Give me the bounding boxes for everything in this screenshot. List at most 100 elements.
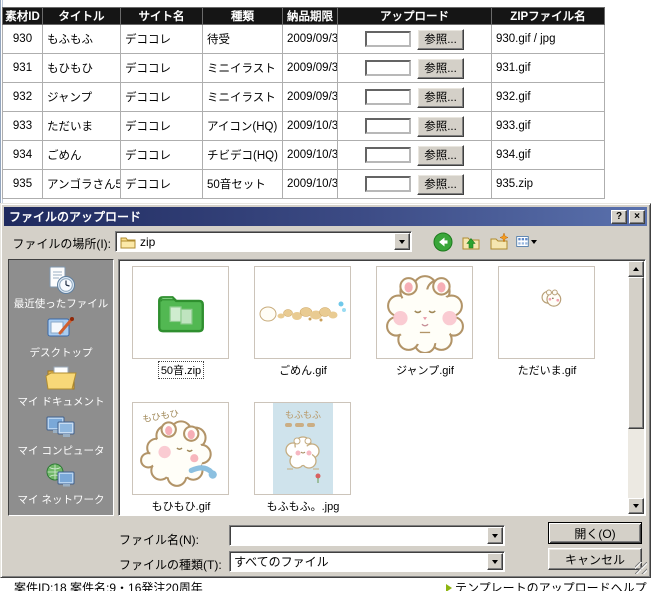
place-desktop[interactable]: デスクトップ [9, 314, 113, 363]
place-my-documents[interactable]: マイ ドキュメント [9, 363, 113, 412]
mohimohi-thumbnail[interactable]: もひもひ [132, 402, 229, 495]
location-dropdown-arrow[interactable] [394, 233, 410, 250]
open-button[interactable]: 開く(O) [548, 522, 642, 544]
place-recent-files[interactable]: 最近使ったファイル [9, 265, 113, 314]
browse-button[interactable]: 参照... [417, 116, 464, 137]
title-cell: ジャンプ [43, 83, 121, 112]
mofumofu-thumbnail[interactable]: もふもふ [254, 402, 351, 495]
location-combobox[interactable]: zip [115, 231, 412, 252]
place-my-computer[interactable]: マイ コンピュータ [9, 412, 113, 461]
file-name-label[interactable]: もひもひ.gif [150, 498, 213, 514]
tadaima-thumbnail[interactable] [498, 266, 595, 359]
browse-button[interactable]: 参照... [417, 29, 464, 50]
browse-button[interactable]: 参照... [417, 87, 464, 108]
dialog-title: ファイルのアップロード [9, 208, 611, 225]
resize-grip[interactable] [635, 562, 647, 574]
site-cell: デココレ [121, 112, 203, 141]
browse-button[interactable]: 参照... [417, 145, 464, 166]
up-folder-icon[interactable] [460, 231, 481, 252]
deadline-cell: 2009/10/30 [283, 141, 338, 170]
table-row: 934 ごめん デココレ チビデコ(HQ) 2009/10/30 参照... 9… [3, 141, 605, 170]
folder-icon [120, 235, 136, 249]
green-arrow-icon [446, 584, 452, 591]
zip-filename-cell: 935.zip [492, 170, 605, 199]
new-folder-icon[interactable] [488, 231, 509, 252]
deadline-cell: 2009/09/30 [283, 83, 338, 112]
desktop-icon [45, 314, 77, 344]
status-bar: 案件ID:18 案件名:9・16発注20周年 テンプレートのアップロードヘルプ [0, 578, 653, 591]
scroll-up-button[interactable] [628, 261, 644, 277]
file-item-mohimohi[interactable]: もひもひ もひ [132, 402, 230, 515]
col-header-site: サイト名 [121, 8, 203, 25]
file-item-zip[interactable]: 50音.zip [132, 266, 230, 379]
site-cell: デココレ [121, 170, 203, 199]
browse-button[interactable]: 参照... [417, 174, 464, 195]
upload-file-input[interactable] [365, 60, 411, 76]
col-header-kind: 種類 [203, 8, 283, 25]
views-dropdown-arrow[interactable] [531, 240, 537, 244]
dialog-titlebar[interactable]: ファイルのアップロード ? × [4, 207, 647, 226]
title-cell: もひもひ [43, 54, 121, 83]
material-id-cell: 934 [3, 141, 43, 170]
table-row: 932 ジャンプ デココレ ミニイラスト 2009/09/30 参照... 93… [3, 83, 605, 112]
upload-file-input[interactable] [365, 89, 411, 105]
file-name-label[interactable]: ごめん.gif [277, 362, 329, 378]
col-header-deadline: 納品期限 [283, 8, 338, 25]
deadline-cell: 2009/09/30 [283, 25, 338, 54]
gomen-thumbnail[interactable] [254, 266, 351, 359]
upload-file-input[interactable] [365, 31, 411, 47]
back-icon[interactable] [432, 231, 453, 252]
file-list-scrollbar[interactable] [628, 261, 644, 514]
filetype-value: すべてのファイル [234, 553, 329, 570]
place-label: マイ ネットワーク [18, 492, 105, 507]
file-item-tadaima[interactable]: ただいま.gif [498, 266, 596, 379]
table-row: 930 もふもふ デココレ 待受 2009/09/30 参照... 930.gi… [3, 25, 605, 54]
file-item-gomen[interactable]: ごめん.gif [254, 266, 352, 379]
views-icon[interactable] [516, 231, 537, 252]
site-cell: デココレ [121, 54, 203, 83]
file-upload-dialog: ファイルのアップロード ? × ファイルの場所(I): zip [0, 203, 651, 578]
site-cell: デココレ [121, 25, 203, 54]
place-label: デスクトップ [30, 345, 93, 360]
material-id-cell: 935 [3, 170, 43, 199]
file-name-label[interactable]: もふもふ。.jpg [265, 498, 342, 514]
kind-cell: ミニイラスト [203, 54, 283, 83]
help-button[interactable]: ? [611, 210, 627, 224]
location-value: zip [140, 235, 155, 249]
table-row: 931 もひもひ デココレ ミニイラスト 2009/09/30 参照... 93… [3, 54, 605, 83]
title-cell: ただいま [43, 112, 121, 141]
my-network-icon [45, 461, 77, 491]
filetype-combobox[interactable]: すべてのファイル [229, 551, 505, 572]
place-label: 最近使ったファイル [14, 296, 109, 311]
file-name-label[interactable]: 50音.zip [159, 362, 203, 378]
scroll-down-button[interactable] [628, 498, 644, 514]
zip-filename-cell: 933.gif [492, 112, 605, 141]
file-name-label[interactable]: ジャンプ.gif [394, 362, 456, 378]
scrollbar-thumb[interactable] [628, 277, 644, 429]
jump-thumbnail[interactable] [376, 266, 473, 359]
filename-dropdown-arrow[interactable] [487, 527, 503, 544]
zip-filename-cell: 930.gif / jpg [492, 25, 605, 54]
file-name-label[interactable]: ただいま.gif [516, 362, 579, 378]
col-header-material-id: 素材ID [3, 8, 43, 25]
cancel-button[interactable]: キャンセル [548, 548, 642, 570]
dialog-toolbar [432, 231, 537, 252]
template-upload-help-link[interactable]: テンプレートのアップロードヘルプ [446, 579, 647, 591]
upload-cell: 参照... [338, 25, 492, 54]
upload-cell: 参照... [338, 83, 492, 112]
upload-file-input[interactable] [365, 147, 411, 163]
filetype-dropdown-arrow[interactable] [487, 553, 503, 570]
file-item-mofumofu[interactable]: もふもふ もふもふ [254, 402, 352, 515]
zip-filename-cell: 934.gif [492, 141, 605, 170]
upload-file-input[interactable] [365, 176, 411, 192]
zip-folder-thumbnail[interactable] [132, 266, 229, 359]
place-my-network[interactable]: マイ ネットワーク [9, 461, 113, 510]
filename-combobox[interactable] [229, 525, 505, 546]
col-header-zipname: ZIPファイル名 [492, 8, 605, 25]
upload-file-input[interactable] [365, 118, 411, 134]
file-item-jump[interactable]: ジャンプ.gif [376, 266, 474, 379]
mofumofu-art-text: もふもふ [284, 410, 320, 420]
browse-button[interactable]: 参照... [417, 58, 464, 79]
table-header: 素材ID タイトル サイト名 種類 納品期限 アップロード ZIPファイル名 [3, 8, 605, 25]
close-button[interactable]: × [629, 210, 645, 224]
